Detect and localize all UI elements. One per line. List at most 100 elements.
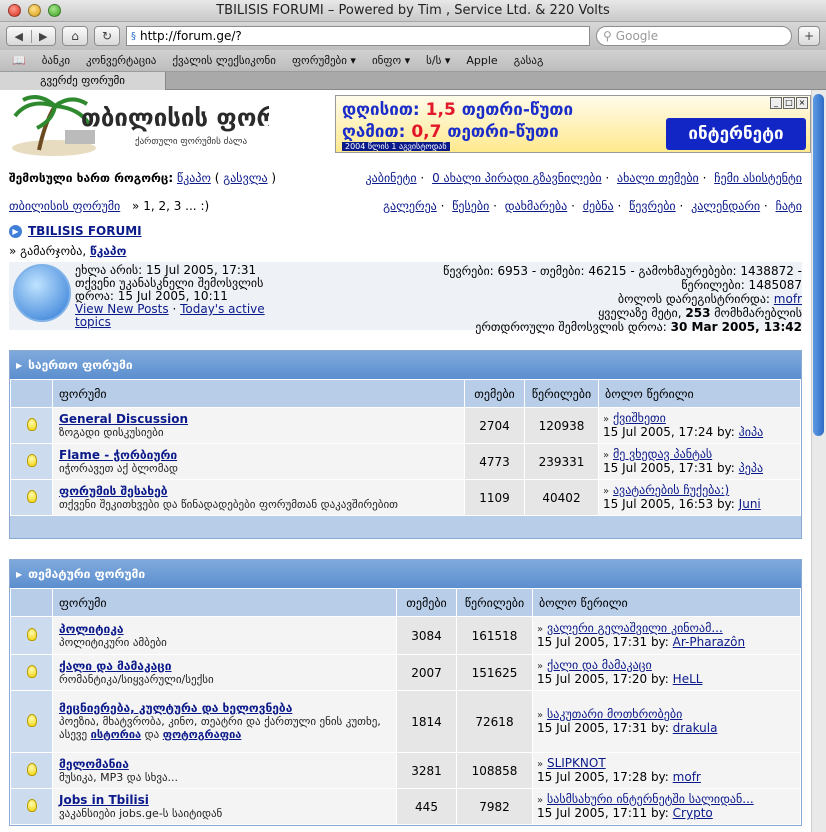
board-info-box: ეხლა არის: 15 Jul 2005, 17:31 თქვენი უკა…: [9, 262, 802, 334]
search-link[interactable]: ძებნა: [583, 199, 614, 213]
gallery-link[interactable]: გალერეა: [383, 199, 437, 213]
forward-icon[interactable]: ▶: [32, 30, 56, 43]
welcome-line: » გამარჯობა, წკაპო: [9, 244, 127, 258]
reload-button[interactable]: ↻: [94, 26, 120, 46]
forum-table: ფორუმი თემები წერილები ბოლო წერილი პოლიტ…: [10, 588, 801, 825]
post-count: 120938: [524, 407, 599, 444]
search-field[interactable]: ⚲ Google: [596, 26, 792, 46]
logo-text: თბილისის ფორუმი: [81, 104, 269, 132]
category-header[interactable]: ▶ თემატური ფორუმი: [10, 560, 801, 588]
members-link[interactable]: წევრები: [629, 199, 676, 213]
last-post-link[interactable]: საკუთარი მოთხრობები: [547, 707, 682, 721]
forum-links: გალერეა · წესები · დახმარება · ძებნა · წ…: [383, 199, 802, 213]
bookmark-item[interactable]: ქვალის ლექსიკონი: [172, 54, 276, 67]
chat-link[interactable]: ჩატი: [776, 199, 802, 213]
calendar-link[interactable]: კალენდარი: [691, 199, 760, 213]
subforum-link[interactable]: ფოტოგრაფია: [163, 728, 242, 741]
post-count: 40402: [524, 479, 599, 516]
category-thematic: ▶ თემატური ფორუმი ფორუმი თემები წერილები…: [9, 559, 802, 826]
my-assistant-link[interactable]: ჩემი ასისტენტი: [714, 171, 802, 185]
forum-title-link[interactable]: TBILISIS FORUMI: [28, 224, 142, 238]
topic-count: 2704: [464, 407, 525, 444]
topic-count: 3084: [396, 616, 457, 655]
rules-link[interactable]: წესები: [452, 199, 489, 213]
new-topics-link[interactable]: ახალი თემები: [617, 171, 699, 185]
banner-minimize-icon[interactable]: _: [770, 97, 782, 109]
subforum-link[interactable]: ისტორია: [91, 728, 141, 741]
forum-link[interactable]: General Discussion: [59, 412, 188, 426]
banner-internet-label: ინტერნეტი: [666, 118, 806, 150]
col-posts: წერილები: [524, 379, 599, 408]
col-last-post: ბოლო წერილი: [598, 379, 801, 408]
last-post-user-link[interactable]: HeLL: [673, 672, 703, 686]
bookmark-item[interactable]: Apple: [466, 54, 497, 67]
home-button[interactable]: ⌂: [62, 26, 88, 46]
forum-link[interactable]: ქალი და მამაკაცი: [59, 659, 172, 673]
banner-close-icon[interactable]: ×: [796, 97, 808, 109]
forum-home-link[interactable]: თბილისის ფორუმი: [9, 199, 120, 213]
help-link[interactable]: დახმარება: [505, 199, 568, 213]
bookmark-item[interactable]: ს/ს ▾: [426, 54, 450, 67]
apple-logo-icon: [13, 264, 71, 322]
tab-forum[interactable]: გვერძე ფორუმი: [0, 72, 166, 90]
last-post-link[interactable]: მე ვხედავ პანტას: [613, 447, 712, 461]
back-forward-buttons[interactable]: ◀ ▶: [6, 26, 56, 46]
cabinet-link[interactable]: კაბინეტი: [366, 171, 417, 185]
forum-title-row: ▶ TBILISIS FORUMI: [9, 224, 802, 238]
forum-link[interactable]: პოლიტიკა: [59, 622, 124, 636]
col-topics: თემები: [464, 379, 525, 408]
forum-link[interactable]: Jobs in Tbilisi: [59, 793, 149, 807]
last-post-link[interactable]: SLIPKNOT: [547, 756, 606, 770]
banner-night-rate: ღამით: 0,7 თეთრი-წუთი: [342, 122, 559, 142]
last-post-link[interactable]: ავატარების ჩუქება:): [613, 483, 729, 497]
last-post-user-link[interactable]: Ar-Pharazôn: [673, 635, 745, 649]
plus-icon: +: [803, 29, 815, 43]
bookmark-item[interactable]: ფორუმები ▾: [292, 54, 356, 67]
collapse-arrow-icon[interactable]: ▶: [16, 570, 22, 579]
forum-description: ვაკანსიები jobs.ge-ს საიტიდან: [59, 806, 223, 820]
forum-link[interactable]: Flame - ჭორბიური: [59, 448, 177, 462]
bookmark-item[interactable]: გასაგ: [514, 54, 544, 67]
collapse-arrow-icon[interactable]: ▶: [16, 361, 22, 370]
bookmark-item[interactable]: ბანკი: [42, 54, 70, 67]
last-post-user-link[interactable]: ჰიპა: [739, 425, 764, 439]
table-row: General Discussion ზოგადი დისკუსიები 2704…: [10, 407, 801, 444]
forum-description: თქვენი შეკითხვები და წინადადებები ფორუმთ…: [59, 497, 398, 511]
welcome-user-link[interactable]: წკაპო: [90, 244, 126, 258]
last-post-user-link[interactable]: Crypto: [673, 806, 713, 820]
forum-link[interactable]: მელომანია: [59, 757, 129, 771]
last-post-user-link[interactable]: Juni: [739, 497, 761, 511]
reload-icon: ↻: [101, 29, 113, 43]
logout-link[interactable]: გასვლა: [223, 171, 267, 185]
last-post-link[interactable]: ვალერი გელაშვილი კინოამ...: [547, 621, 723, 635]
banner-maximize-icon[interactable]: □: [783, 97, 795, 109]
category-header[interactable]: ▶ საერთო ფორუმი: [10, 351, 801, 379]
forum-link[interactable]: მეცნიერება, კულტურა და ხელოვნება: [59, 701, 292, 715]
address-bar[interactable]: § http://forum.ge/?: [126, 26, 590, 46]
forum-link[interactable]: ფორუმის შესახებ: [59, 484, 168, 498]
site-logo[interactable]: თბილისის ფორუმი ქართული ფორუმის ძალა: [9, 92, 318, 158]
view-new-posts-link[interactable]: View New Posts: [75, 302, 169, 316]
bookmark-item[interactable]: ინფო ▾: [372, 54, 410, 67]
scrollbar-thumb[interactable]: [813, 94, 824, 436]
last-post-link[interactable]: ქვიშხეთი: [613, 411, 666, 425]
back-icon[interactable]: ◀: [7, 29, 32, 43]
pagination[interactable]: » 1, 2, 3 ... :): [132, 199, 209, 213]
vertical-scrollbar[interactable]: [811, 90, 826, 832]
last-post-link[interactable]: სასმსახური ინტერნეტში სალიდან...: [547, 792, 754, 806]
last-post-link[interactable]: ქალი და მამაკაცი: [547, 658, 652, 672]
username-link[interactable]: წკაპო: [177, 171, 211, 185]
last-post-user-link[interactable]: mofr: [673, 770, 701, 784]
last-registered-link[interactable]: mofr: [774, 292, 802, 306]
ad-banner[interactable]: _ □ × დღისით: 1,5 თეთრი-წუთი ღამით: 0,7 …: [335, 95, 811, 153]
table-row: Jobs in Tbilisi ვაკანსიები jobs.ge-ს საიტ…: [10, 788, 801, 825]
bookmark-item[interactable]: კონვერტაცია: [86, 54, 156, 67]
col-topics: თემები: [396, 588, 457, 617]
add-bookmark-button[interactable]: +: [798, 26, 820, 46]
bookmarks-book-icon[interactable]: 📖: [12, 54, 26, 67]
lightbulb-icon: [26, 664, 37, 678]
private-messages-link[interactable]: 0 ახალი პირადი გზავნილები: [432, 171, 602, 185]
last-post-user-link[interactable]: პეპა: [739, 461, 763, 475]
forum-description: ზოგადი დისკუსიები: [59, 425, 164, 439]
last-post-user-link[interactable]: drakula: [673, 721, 718, 735]
